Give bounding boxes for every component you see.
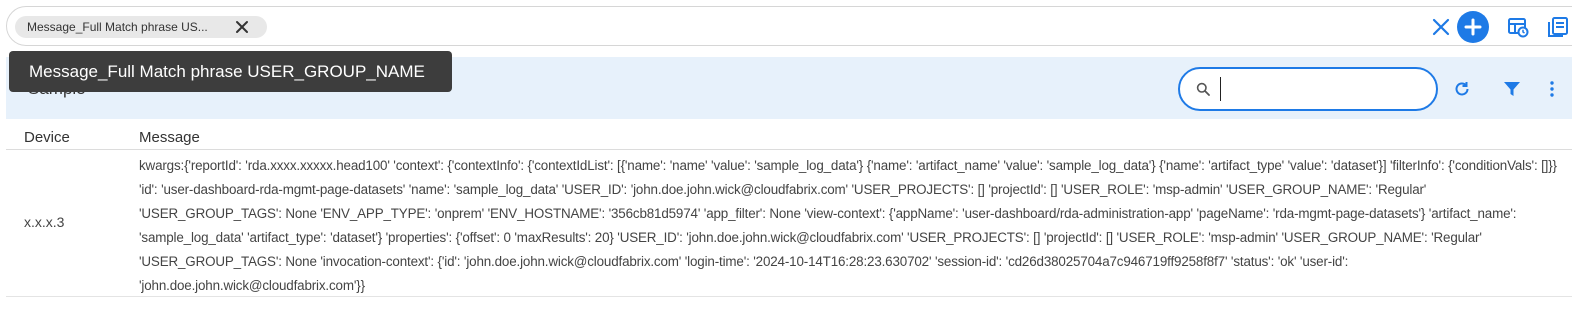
column-header-device[interactable]: Device — [24, 129, 70, 146]
column-header-message[interactable]: Message — [139, 129, 200, 146]
layout-icon[interactable] — [1547, 16, 1569, 38]
filter-chip-tooltip: Message_Full Match phrase USER_GROUP_NAM… — [9, 51, 452, 92]
plus-icon — [1464, 18, 1482, 36]
search-input[interactable] — [1220, 77, 1420, 101]
table-settings-icon[interactable] — [1507, 16, 1529, 38]
clear-filters-icon[interactable] — [1431, 17, 1451, 37]
more-vertical-icon[interactable] — [1546, 79, 1558, 99]
filter-icon[interactable] — [1502, 79, 1522, 99]
data-table: Device Message x.x.x.3 kwargs:{'reportId… — [6, 125, 1572, 297]
cell-device: x.x.x.3 — [24, 214, 65, 230]
search-icon — [1196, 82, 1210, 96]
search-box[interactable] — [1178, 67, 1438, 111]
close-icon[interactable] — [235, 20, 249, 34]
cell-message: kwargs:{'reportId': 'rda.xxxx.xxxxx.head… — [139, 158, 1557, 293]
filter-bar: Message_Full Match phrase US... — [6, 6, 1572, 46]
add-filter-button[interactable] — [1457, 11, 1489, 43]
table-row[interactable]: x.x.x.3 kwargs:{'reportId': 'rda.xxxx.xx… — [6, 150, 1572, 297]
table-header: Device Message — [6, 125, 1572, 150]
refresh-icon[interactable] — [1452, 79, 1472, 99]
filter-chip-label: Message_Full Match phrase US... — [27, 20, 208, 34]
filter-chip[interactable]: Message_Full Match phrase US... — [15, 16, 267, 38]
